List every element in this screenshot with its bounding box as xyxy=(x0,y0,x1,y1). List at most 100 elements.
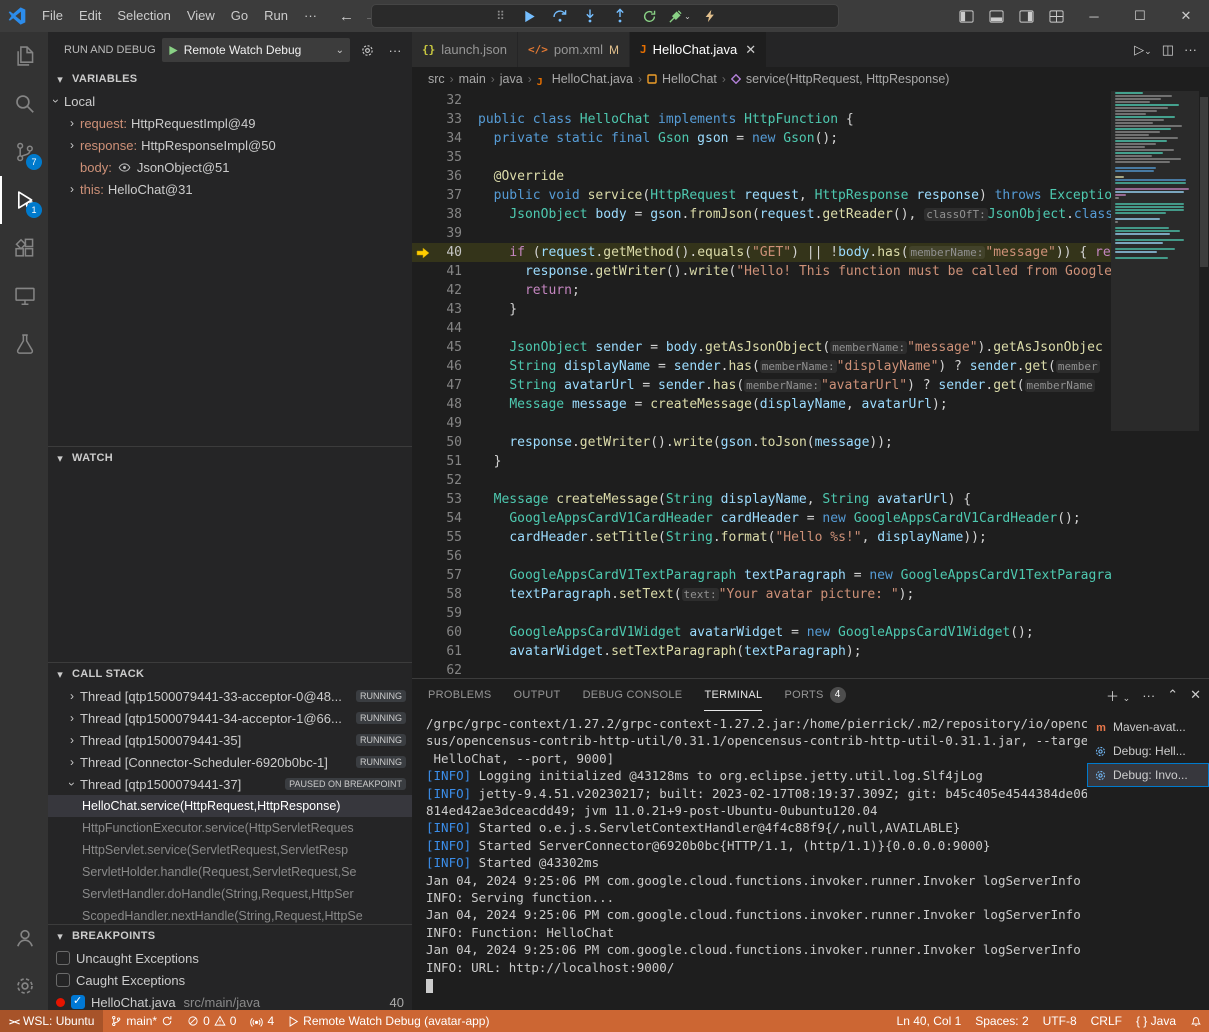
breadcrumb-item[interactable]: service(HttpRequest, HttpResponse) xyxy=(746,72,950,86)
status-language-mode[interactable]: { } Java xyxy=(1129,1010,1183,1032)
menu-item-file[interactable]: File xyxy=(34,5,71,27)
call-stack-section-header[interactable]: ▾ CALL STACK xyxy=(48,663,412,685)
editor-tab-launchjson[interactable]: {}launch.json xyxy=(412,32,518,67)
status-notifications[interactable] xyxy=(1183,1010,1209,1032)
breakpoint-checkbox[interactable] xyxy=(56,973,70,987)
panel-tab-problems[interactable]: PROBLEMS xyxy=(428,679,492,711)
code-line[interactable]: 37 public void service(HttpRequest reque… xyxy=(412,186,1111,205)
watch-section-header[interactable]: ▾ WATCH xyxy=(48,447,412,469)
call-stack-thread[interactable]: ›Thread [qtp1500079441-33-acceptor-0@48.… xyxy=(48,685,412,707)
editor-tab-hellochatjava[interactable]: JHelloChat.java✕ xyxy=(630,32,767,67)
toggle-sidebar-icon[interactable] xyxy=(951,0,981,32)
variable-row[interactable]: body:JsonObject@51 xyxy=(48,156,412,178)
code-line[interactable]: 61 avatarWidget.setTextParagraph(textPar… xyxy=(412,642,1111,661)
code-line[interactable]: 62 xyxy=(412,661,1111,678)
settings-gear-icon[interactable] xyxy=(0,962,48,1010)
call-stack-thread[interactable]: ›Thread [Connector-Scheduler-6920b0bc-1]… xyxy=(48,751,412,773)
breakpoint-row[interactable]: Caught Exceptions xyxy=(48,969,412,991)
panel-tab-ports[interactable]: PORTS4 xyxy=(784,679,845,711)
continue-icon[interactable] xyxy=(517,5,543,27)
code-line[interactable]: 40 if (request.getMethod().equals("GET")… xyxy=(412,243,1111,262)
breakpoints-section-header[interactable]: ▾ BREAKPOINTS xyxy=(48,925,412,947)
status-debug-session[interactable]: Remote Watch Debug (avatar-app) xyxy=(281,1010,496,1032)
code-editor[interactable]: 3233public class HelloChat implements Ht… xyxy=(412,91,1209,678)
code-line[interactable]: 57 GoogleAppsCardV1TextParagraph textPar… xyxy=(412,566,1111,585)
menu-item-run[interactable]: Run xyxy=(256,5,296,27)
breakpoint-checkbox[interactable] xyxy=(71,995,85,1009)
debug-settings-gear-icon[interactable] xyxy=(356,39,378,61)
restart-icon[interactable] xyxy=(637,5,663,27)
breadcrumb-item[interactable]: src xyxy=(428,72,445,86)
code-line[interactable]: 34 private static final Gson gson = new … xyxy=(412,129,1111,148)
stack-frame[interactable]: ScopedHandler.nextHandle(String,Request,… xyxy=(48,905,412,924)
panel-maximize-icon[interactable]: ⌃ xyxy=(1167,687,1178,703)
terminal-list-item[interactable]: Debug: Hell... xyxy=(1087,739,1209,763)
code-line[interactable]: 35 xyxy=(412,148,1111,167)
window-maximize-button[interactable]: ☐ xyxy=(1117,0,1163,32)
activity-source-control-icon[interactable]: 7 xyxy=(0,128,48,176)
variables-scope[interactable]: ›Local xyxy=(48,90,412,112)
editor-tab-pomxml[interactable]: </>pom.xmlM xyxy=(518,32,630,67)
status-branch[interactable]: main* xyxy=(103,1010,180,1032)
tab-close-icon[interactable]: ✕ xyxy=(745,42,756,58)
status-eol[interactable]: CRLF xyxy=(1084,1010,1129,1032)
code-line[interactable]: 46 String displayName = sender.has(membe… xyxy=(412,357,1111,376)
activity-extensions-icon[interactable] xyxy=(0,224,48,272)
variables-section-header[interactable]: ▾ VARIABLES xyxy=(48,68,412,90)
code-line[interactable]: 60 GoogleAppsCardV1Widget avatarWidget =… xyxy=(412,623,1111,642)
status-cursor-position[interactable]: Ln 40, Col 1 xyxy=(890,1010,969,1032)
activity-testing-icon[interactable] xyxy=(0,320,48,368)
status-remote[interactable]: ><WSL: Ubuntu xyxy=(0,1010,103,1032)
new-terminal-button[interactable]: ＋ ⌄ xyxy=(1106,686,1130,705)
step-out-icon[interactable] xyxy=(607,5,633,27)
stack-frame[interactable]: ServletHolder.handle(Request,ServletRequ… xyxy=(48,861,412,883)
status-ports[interactable]: 4 xyxy=(243,1010,281,1032)
terminal-list-item[interactable]: mMaven-avat... xyxy=(1087,715,1209,739)
call-stack-thread[interactable]: ›Thread [qtp1500079441-37]PAUSED ON BREA… xyxy=(48,773,412,795)
customize-layout-icon[interactable] xyxy=(1041,0,1071,32)
stack-frame[interactable]: HttpFunctionExecutor.service(HttpServlet… xyxy=(48,817,412,839)
editor-more-actions-icon[interactable]: ··· xyxy=(1184,42,1197,57)
code-line[interactable]: 59 xyxy=(412,604,1111,623)
hot-code-replace-icon[interactable] xyxy=(697,5,723,27)
code-line[interactable]: 50 response.getWriter().write(gson.toJso… xyxy=(412,433,1111,452)
breadcrumb-item[interactable]: main xyxy=(459,72,486,86)
code-line[interactable]: 43 } xyxy=(412,300,1111,319)
toggle-secondary-sidebar-icon[interactable] xyxy=(1011,0,1041,32)
activity-search-icon[interactable] xyxy=(0,80,48,128)
code-line[interactable]: 36 @Override xyxy=(412,167,1111,186)
breadcrumb-item[interactable]: HelloChat xyxy=(662,72,717,86)
status-indentation[interactable]: Spaces: 2 xyxy=(968,1010,1035,1032)
window-minimize-button[interactable]: ─ xyxy=(1071,0,1117,32)
code-line[interactable]: 41 response.getWriter().write("Hello! Th… xyxy=(412,262,1111,281)
activity-run-debug-icon[interactable]: 1 xyxy=(0,176,48,224)
breakpoint-checkbox[interactable] xyxy=(56,951,70,965)
run-file-button[interactable]: ▷⌄ xyxy=(1134,42,1152,58)
account-icon[interactable] xyxy=(0,914,48,962)
views-more-actions-icon[interactable]: ··· xyxy=(384,39,406,61)
disconnect-icon[interactable]: ⌄ xyxy=(667,5,693,27)
code-line[interactable]: 49 xyxy=(412,414,1111,433)
debug-config-dropdown[interactable]: Remote Watch Debug ⌄ xyxy=(162,38,350,62)
code-line[interactable]: 39 xyxy=(412,224,1111,243)
code-line[interactable]: 38 JsonObject body = gson.fromJson(reque… xyxy=(412,205,1111,224)
stack-frame[interactable]: HelloChat.service(HttpRequest,HttpRespon… xyxy=(48,795,412,817)
status-encoding[interactable]: UTF-8 xyxy=(1036,1010,1084,1032)
code-line[interactable]: 45 JsonObject sender = body.getAsJsonObj… xyxy=(412,338,1111,357)
code-line[interactable]: 56 xyxy=(412,547,1111,566)
breakpoint-row[interactable]: Uncaught Exceptions xyxy=(48,947,412,969)
window-close-button[interactable]: ✕ xyxy=(1163,0,1209,32)
variable-row[interactable]: ›response:HttpResponseImpl@50 xyxy=(48,134,412,156)
step-into-icon[interactable] xyxy=(577,5,603,27)
menu-item-edit[interactable]: Edit xyxy=(71,5,109,27)
call-stack-thread[interactable]: ›Thread [qtp1500079441-35]RUNNING xyxy=(48,729,412,751)
menu-item-selection[interactable]: Selection xyxy=(109,5,178,27)
breadcrumb-item[interactable]: HelloChat.java xyxy=(552,72,633,86)
split-editor-icon[interactable]: ◫ xyxy=(1162,42,1174,58)
code-line[interactable]: 51 } xyxy=(412,452,1111,471)
code-line[interactable]: 44 xyxy=(412,319,1111,338)
code-line[interactable]: 33public class HelloChat implements Http… xyxy=(412,110,1111,129)
command-center[interactable]: ⠿⌄ xyxy=(371,4,839,28)
lazy-eval-eye-icon[interactable] xyxy=(118,161,131,174)
code-line[interactable]: 42 return; xyxy=(412,281,1111,300)
